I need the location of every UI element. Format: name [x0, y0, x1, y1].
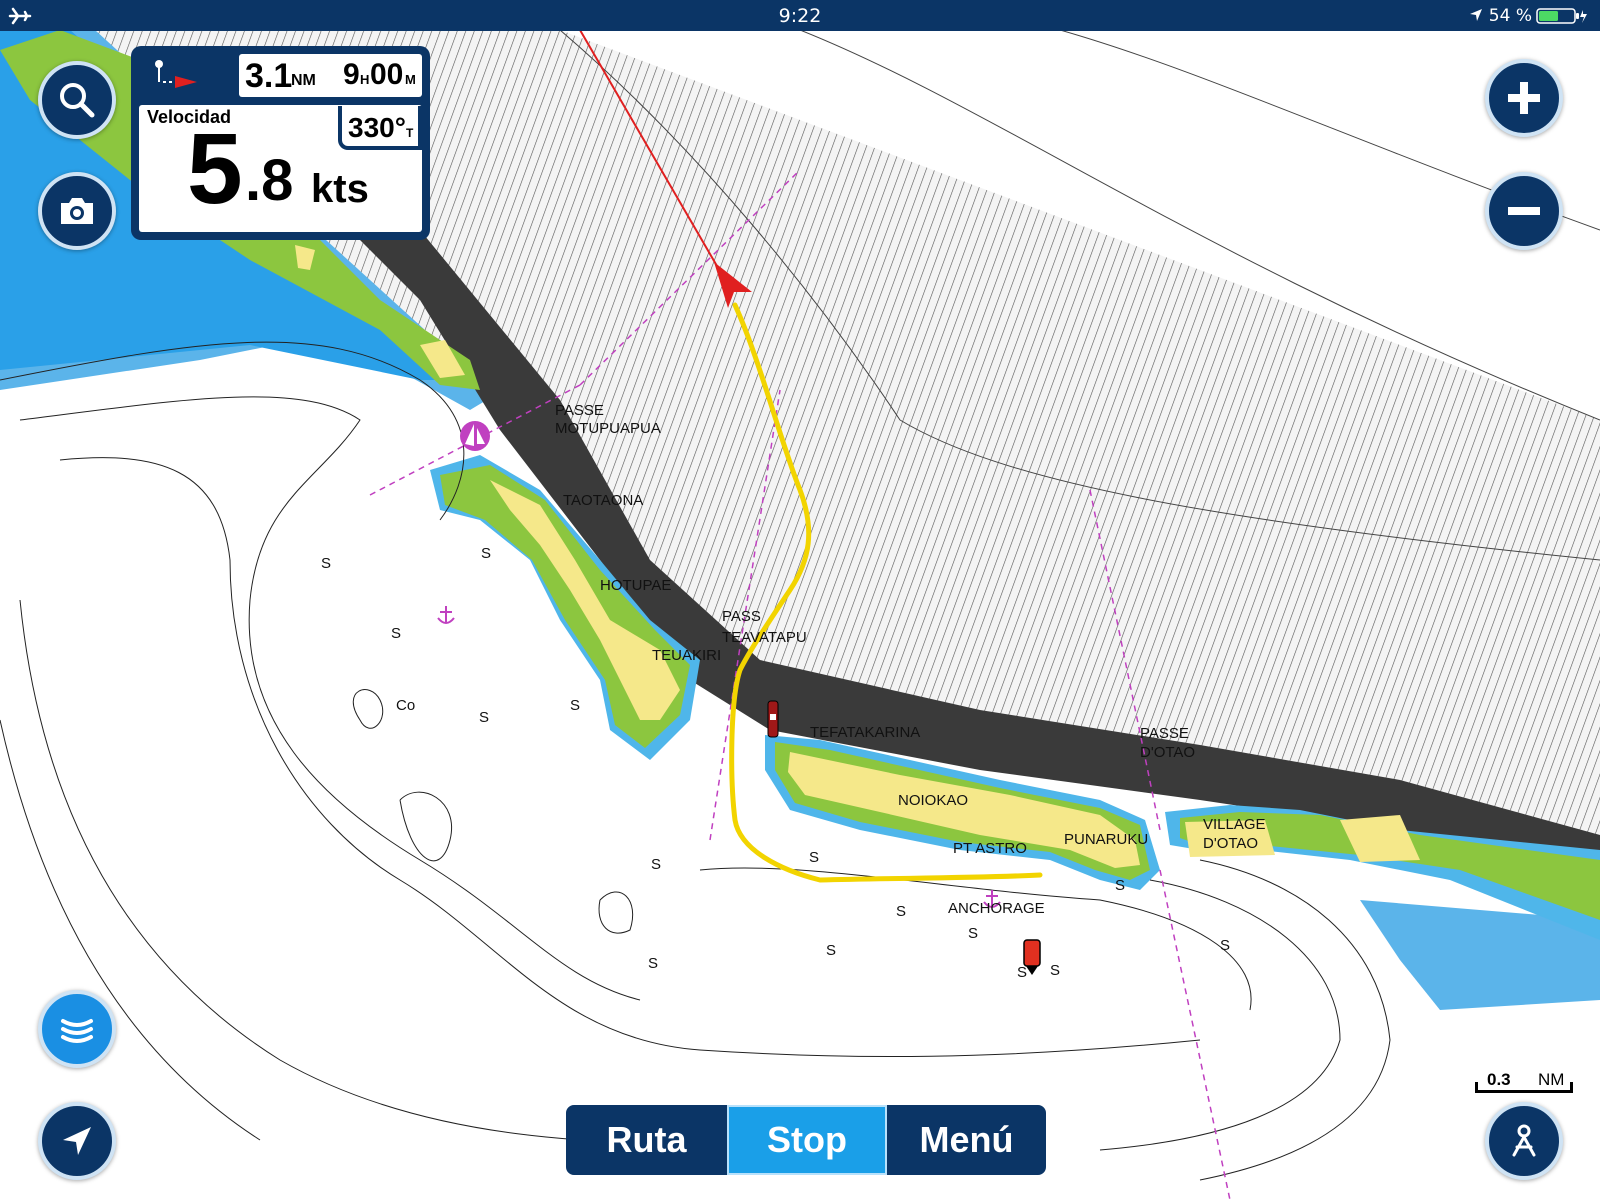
search-icon: [60, 83, 95, 118]
map-label: HOTUPAE: [600, 577, 671, 594]
location-arrow-icon: [1470, 9, 1482, 21]
battery-percentage: 54 %: [1488, 6, 1532, 26]
map-label: TEFATAKARINA: [810, 724, 920, 741]
sounding-label: S: [1115, 877, 1125, 894]
route-button[interactable]: Ruta: [566, 1105, 727, 1175]
map-label: PT ASTRO: [953, 840, 1027, 857]
map-label: PASS: [722, 608, 761, 625]
speed-integer: 5: [187, 113, 243, 225]
map-label: TAOTAONA: [563, 492, 643, 509]
eta-minutes: 00: [370, 58, 404, 91]
sounding-label: S: [826, 942, 836, 959]
search-button[interactable]: [38, 61, 116, 139]
scale-unit: NM: [1538, 1070, 1565, 1089]
speed-decimal: .8: [245, 148, 294, 213]
bottom-toolbar: Ruta Stop Menú: [566, 1105, 1046, 1175]
sounding-label: S: [481, 545, 491, 562]
sounding-label: S: [1050, 962, 1060, 979]
camera-button[interactable]: [38, 172, 116, 250]
sounding-label: S: [896, 903, 906, 920]
person-icon: [1512, 1124, 1536, 1157]
heading-value: 330°: [348, 112, 406, 143]
map-label: Co: [396, 697, 415, 714]
map-label: NOIOKAO: [898, 792, 968, 809]
navigation-arrow-icon: [63, 1127, 91, 1155]
map-label: VILLAGE: [1203, 816, 1266, 833]
camera-icon: [61, 198, 93, 224]
minus-icon: [1508, 207, 1540, 215]
sounding-label: S: [809, 849, 819, 866]
clock: 9:22: [778, 5, 822, 27]
map-label: MOTUPUAPUA: [555, 420, 661, 437]
sounding-label: S: [570, 697, 580, 714]
stop-button[interactable]: Stop: [727, 1105, 887, 1175]
distance-eta-box: 3.1 NM 9 H 00 M: [239, 54, 422, 97]
battery-icon: [1536, 8, 1587, 24]
eta-hours: 9: [343, 58, 360, 91]
anchor-icon: [437, 606, 455, 624]
map-label: PASSE: [1140, 725, 1189, 742]
map-label: TEAVATAPU: [722, 629, 807, 646]
distance-unit: NM: [291, 72, 316, 89]
locate-button[interactable]: [38, 1102, 116, 1180]
eta-minutes-unit: M: [405, 72, 416, 87]
navigation-data-panel[interactable]: 3.1 NM 9 H 00 M Velocidad 5 .8 kts 330° …: [131, 46, 430, 240]
sounding-label: S: [479, 709, 489, 726]
status-bar: 9:22 54 %: [0, 0, 1600, 31]
sonar-button[interactable]: [38, 990, 116, 1068]
sounding-label: S: [391, 625, 401, 642]
zoom-out-button[interactable]: [1485, 172, 1563, 250]
map-label: TEUAKIRI: [652, 647, 721, 664]
sounding-label: S: [1017, 964, 1027, 981]
map-label: D'OTAO: [1140, 744, 1195, 761]
sailing-marina-icon: [460, 421, 490, 451]
map-label: PASSE: [555, 402, 604, 419]
zoom-in-button[interactable]: [1485, 59, 1563, 137]
distance-value: 3.1: [245, 57, 293, 95]
menu-button[interactable]: Menú: [887, 1105, 1046, 1175]
sounding-label: S: [968, 925, 978, 942]
sonar-icon: [61, 1019, 93, 1043]
buoy-icon: [767, 700, 779, 738]
scale-bar: 0.3 NM: [1475, 1068, 1575, 1098]
map-label: D'OTAO: [1203, 835, 1258, 852]
sounding-label: S: [1220, 937, 1230, 954]
heading-reference: T: [406, 126, 414, 140]
sounding-label: S: [648, 955, 658, 972]
map-label: PUNARUKU: [1064, 831, 1148, 848]
sounding-label: S: [321, 555, 331, 572]
heading-box: 330° T: [338, 106, 422, 150]
plus-icon: [1508, 82, 1540, 114]
speed-unit: kts: [311, 167, 369, 211]
map-label: ANCHORAGE: [948, 900, 1045, 917]
eta-hours-unit: H: [360, 72, 370, 87]
sounding-label: S: [651, 856, 661, 873]
waypoint-route-icon: [155, 60, 197, 88]
scale-value: 0.3: [1487, 1070, 1511, 1089]
profile-button[interactable]: [1485, 1102, 1563, 1180]
